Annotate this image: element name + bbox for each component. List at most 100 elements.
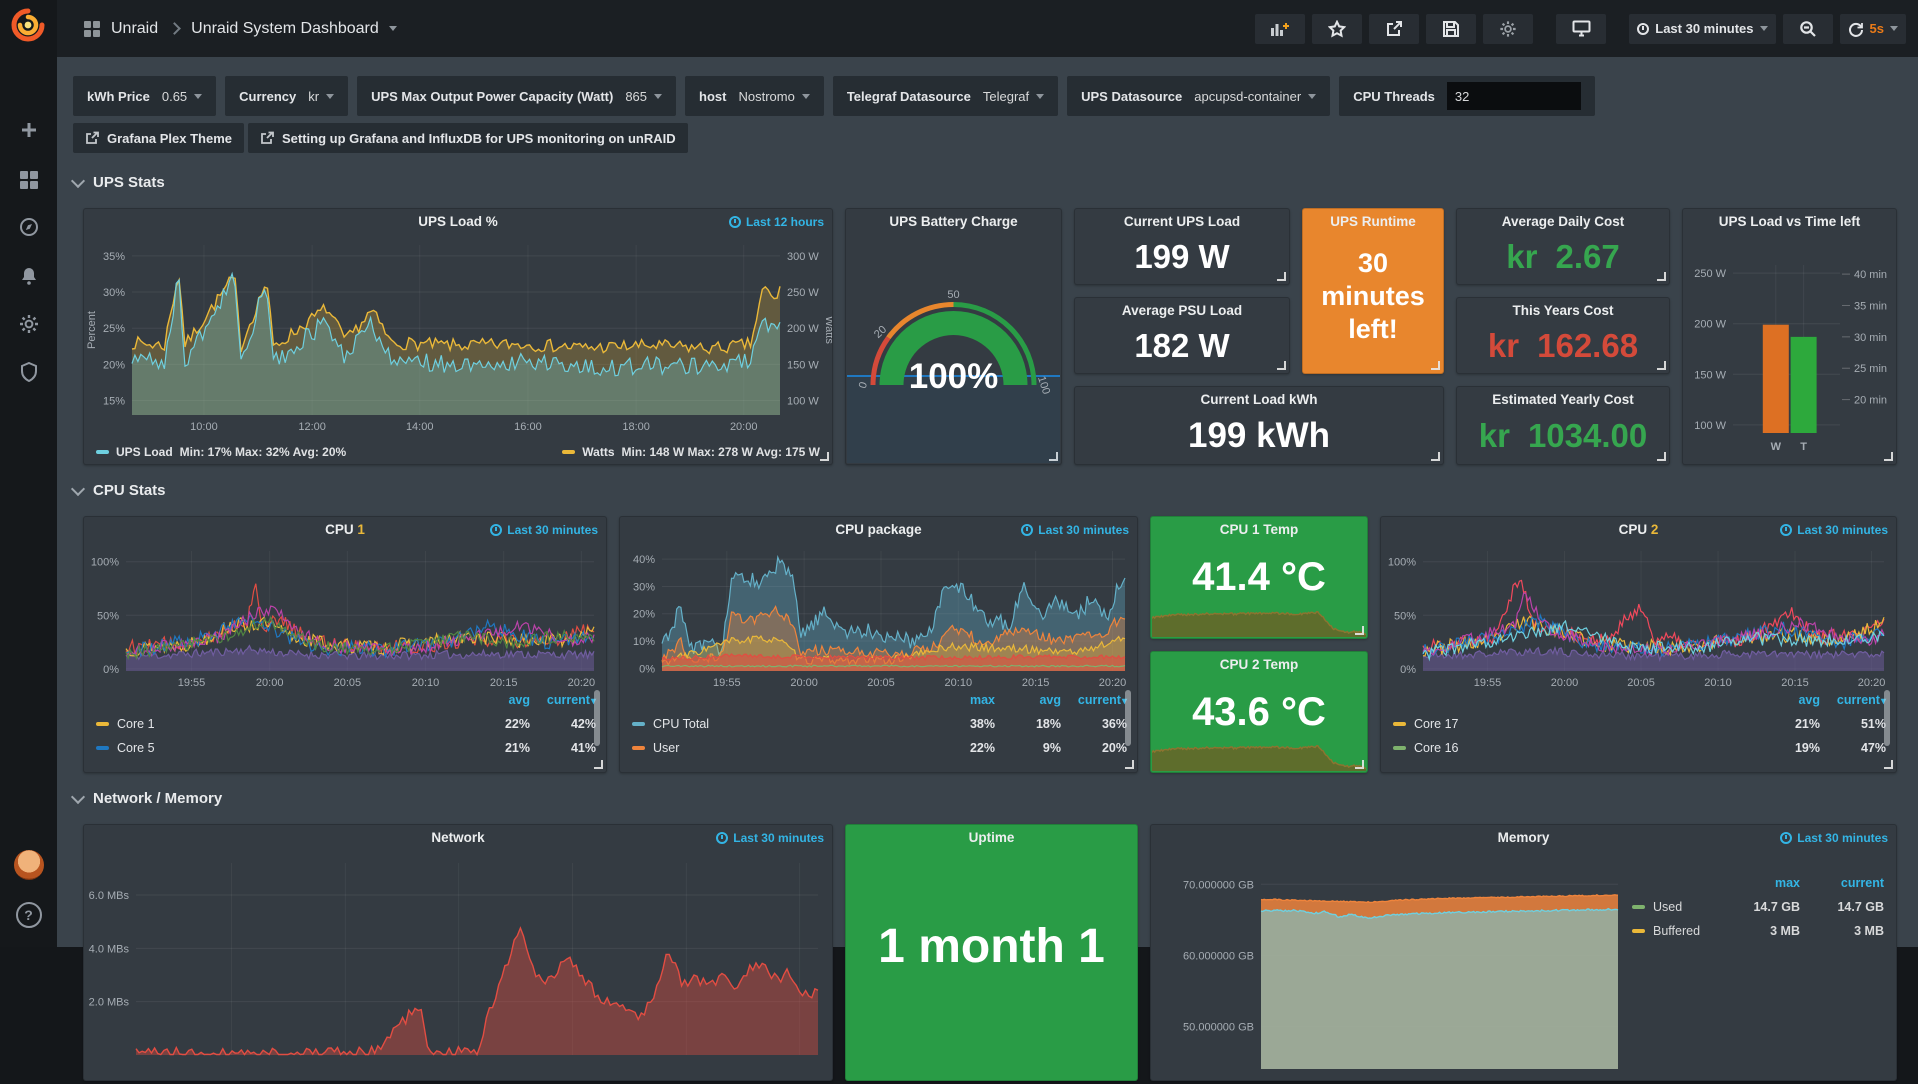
panel-resize-handle[interactable] xyxy=(820,452,829,461)
svg-text:50.000000 GB: 50.000000 GB xyxy=(1183,1021,1254,1033)
panel-memory: Memory Last 30 minutes 70.000000 GB60.00… xyxy=(1150,824,1897,1081)
memory-legend: max current Used 14.7 GB14.7 GB Buffered… xyxy=(1632,871,1884,943)
configuration-gear-icon[interactable] xyxy=(0,304,57,344)
legend-scrollbar[interactable] xyxy=(1884,690,1890,746)
panel-time-range[interactable]: Last 12 hours xyxy=(729,215,824,229)
temp-sparkline xyxy=(1152,725,1366,771)
svg-text:250 W: 250 W xyxy=(787,287,819,299)
svg-text:0%: 0% xyxy=(639,663,655,675)
svg-text:50%: 50% xyxy=(1394,610,1416,622)
panel-uptime: Uptime 1 month 1 xyxy=(845,824,1138,1081)
create-plus-icon[interactable] xyxy=(0,110,57,150)
svg-text:T: T xyxy=(1800,441,1807,453)
panel-average-psu-load: Average PSU Load 182 W xyxy=(1074,297,1290,374)
save-dashboard-button[interactable] xyxy=(1426,14,1476,44)
explore-compass-icon[interactable] xyxy=(0,207,57,247)
cpu2-chart[interactable]: 19:5520:0020:0520:1020:1520:20100%50%0% xyxy=(1381,543,1896,691)
user-avatar[interactable] xyxy=(0,845,57,885)
gauge-value: 100% xyxy=(846,357,1061,397)
breadcrumb-separator-icon xyxy=(168,22,181,35)
cpu-package-legend: max avg current▾ CPU Total 38%18%36% Use… xyxy=(632,688,1127,766)
panel-title[interactable]: UPS Battery Charge xyxy=(846,209,1061,235)
breadcrumb-dashboard-title[interactable]: Unraid System Dashboard xyxy=(191,20,379,38)
variable-host: host Nostromo xyxy=(685,76,824,116)
variable-kwh-price: kWh Price 0.65 xyxy=(73,76,216,116)
dashboard-links-row: Grafana Plex Theme Setting up Grafana an… xyxy=(73,123,688,153)
svg-text:0%: 0% xyxy=(103,664,119,676)
svg-text:10:00: 10:00 xyxy=(190,421,218,433)
star-dashboard-button[interactable] xyxy=(1312,14,1362,44)
legend-scrollbar[interactable] xyxy=(1125,690,1131,746)
ups-load-legend: UPS Load Min: 17% Max: 32% Avg: 20% Watt… xyxy=(96,445,820,459)
panel-estimated-yearly-cost: Estimated Yearly Cost kr1034.00 xyxy=(1456,386,1670,465)
svg-text:200 W: 200 W xyxy=(1694,319,1726,331)
svg-text:50: 50 xyxy=(947,289,959,301)
link-ups-monitoring-guide[interactable]: Setting up Grafana and InfluxDB for UPS … xyxy=(248,123,688,153)
svg-text:100 W: 100 W xyxy=(1694,420,1726,432)
apps-grid-icon xyxy=(83,20,101,38)
svg-text:100 W: 100 W xyxy=(787,396,819,408)
svg-text:150 W: 150 W xyxy=(1694,369,1726,381)
chevron-down-icon xyxy=(71,173,85,187)
svg-text:2.0 MBs: 2.0 MBs xyxy=(89,997,130,1009)
stat-value: kr162.68 xyxy=(1457,322,1669,369)
refresh-picker[interactable]: 5s xyxy=(1840,14,1906,44)
clock-icon xyxy=(1637,23,1649,35)
svg-text:6.0 MBs: 6.0 MBs xyxy=(89,890,130,902)
server-admin-shield-icon[interactable] xyxy=(0,352,57,392)
refresh-interval: 5s xyxy=(1870,21,1884,36)
dashboards-icon[interactable] xyxy=(0,160,57,200)
breadcrumb-app[interactable]: Unraid xyxy=(111,20,158,38)
ups-load-chart[interactable]: 10:0012:0014:0016:0018:0020:0035%30%25%2… xyxy=(84,235,832,435)
svg-text:30%: 30% xyxy=(633,581,655,593)
row-header-ups-stats[interactable]: UPS Stats xyxy=(73,174,165,191)
share-dashboard-button[interactable] xyxy=(1369,14,1419,44)
variable-ups-datasource: UPS Datasource apcupsd-container xyxy=(1067,76,1330,116)
panel-title[interactable]: UPS Load % xyxy=(84,209,832,235)
ups-vs-time-bar-chart[interactable]: 250 W200 W150 W100 W40 min35 min30 min25… xyxy=(1683,235,1896,463)
svg-text:100%: 100% xyxy=(91,557,119,569)
cycle-view-mode-button[interactable] xyxy=(1556,14,1606,44)
add-panel-button[interactable] xyxy=(1255,14,1305,44)
time-range-picker[interactable]: Last 30 minutes xyxy=(1629,14,1775,44)
cpu-package-chart[interactable]: 19:5520:0020:0520:1020:1520:2040%30%20%1… xyxy=(620,543,1137,691)
cpu-threads-input[interactable] xyxy=(1447,82,1581,110)
row-header-network-memory[interactable]: Network / Memory xyxy=(73,790,222,807)
svg-text:Percent: Percent xyxy=(86,311,98,349)
external-link-icon xyxy=(85,131,99,145)
svg-text:14:00: 14:00 xyxy=(406,421,434,433)
dashboard-settings-button[interactable] xyxy=(1483,14,1533,44)
row-header-cpu-stats[interactable]: CPU Stats xyxy=(73,482,166,499)
alerting-bell-icon[interactable] xyxy=(0,256,57,296)
cpu2-legend: avg current▾ Core 17 21%51% Core 16 19%4… xyxy=(1393,688,1886,766)
chevron-down-icon xyxy=(71,481,85,495)
zoom-out-time-button[interactable] xyxy=(1783,14,1833,44)
svg-text:25%: 25% xyxy=(103,323,125,335)
panel-this-years-cost: This Years Cost kr162.68 xyxy=(1456,297,1670,374)
svg-text:30 min: 30 min xyxy=(1854,332,1887,344)
memory-chart[interactable]: 70.000000 GB60.000000 GB50.000000 GB xyxy=(1151,851,1626,1079)
help-icon[interactable]: ? xyxy=(0,895,57,935)
grafana-logo-icon[interactable] xyxy=(9,6,47,44)
dashboard-picker-caret-icon[interactable] xyxy=(389,26,397,31)
svg-text:18:00: 18:00 xyxy=(622,421,650,433)
cpu1-legend: avg current▾ Core 1 22%42% Core 5 21%41% xyxy=(96,688,596,766)
svg-text:40 min: 40 min xyxy=(1854,269,1887,281)
svg-text:100%: 100% xyxy=(1388,557,1416,569)
variable-telegraf-datasource: Telegraf Datasource Telegraf xyxy=(833,76,1058,116)
svg-text:300 W: 300 W xyxy=(787,251,819,263)
battery-gauge: 02050100 xyxy=(846,235,1061,463)
network-chart[interactable]: 6.0 MBs4.0 MBs2.0 MBs xyxy=(84,851,832,1079)
sidebar: ? xyxy=(0,0,57,947)
svg-text:15%: 15% xyxy=(103,396,125,408)
external-link-icon xyxy=(260,131,274,145)
panel-ups-battery-gauge: UPS Battery Charge 02050100 100% xyxy=(845,208,1062,465)
legend-scrollbar[interactable] xyxy=(594,690,600,746)
cpu1-chart[interactable]: 19:5520:0020:0520:1020:1520:20100%50%0% xyxy=(84,543,606,691)
panel-ups-load-vs-time-left: UPS Load vs Time left 250 W200 W150 W100… xyxy=(1682,208,1897,465)
svg-text:10%: 10% xyxy=(633,636,655,648)
link-grafana-plex-theme[interactable]: Grafana Plex Theme xyxy=(73,123,244,153)
panel-cpu1-temp: CPU 1 Temp 41.4 °C xyxy=(1150,516,1368,639)
svg-text:60.000000 GB: 60.000000 GB xyxy=(1183,950,1254,962)
svg-text:20:00: 20:00 xyxy=(730,421,758,433)
